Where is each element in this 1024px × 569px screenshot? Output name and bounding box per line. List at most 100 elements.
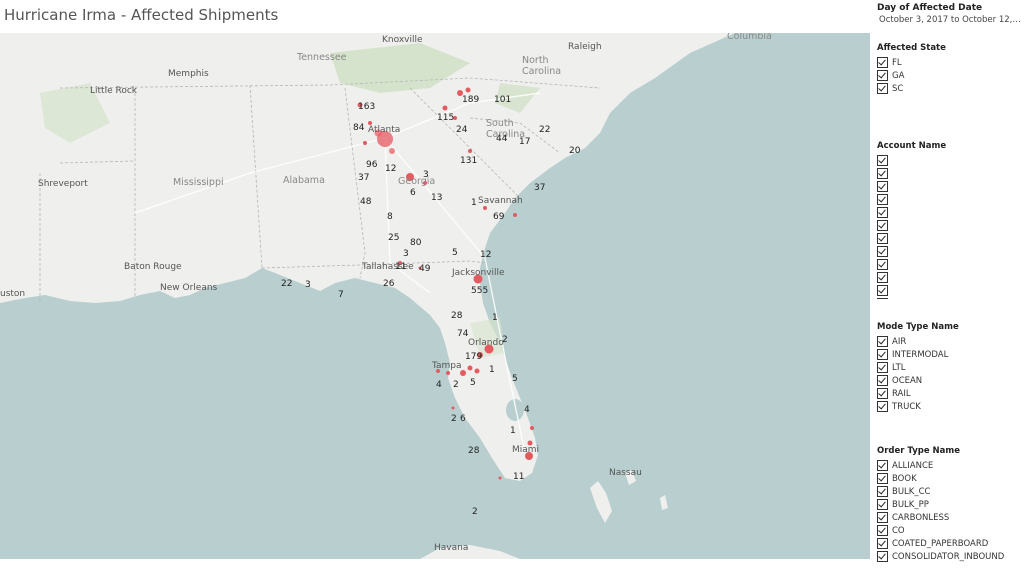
- count-label: 28: [468, 446, 480, 456]
- count-label: 7: [338, 290, 344, 300]
- account-option[interactable]: [877, 219, 946, 232]
- filter-option-truck[interactable]: TRUCK: [877, 400, 959, 413]
- option-label: CO: [892, 525, 905, 536]
- count-label: 11: [395, 262, 407, 272]
- option-label: GA: [892, 70, 905, 81]
- checkbox[interactable]: [877, 349, 888, 360]
- checkbox[interactable]: [877, 388, 888, 399]
- account-option[interactable]: [877, 297, 946, 299]
- count-label: 48: [360, 197, 372, 207]
- option-label: AIR: [892, 336, 907, 347]
- checkbox[interactable]: [877, 194, 888, 205]
- account-option[interactable]: [877, 245, 946, 258]
- filter-option-bulk-pp[interactable]: BULK_PP: [877, 498, 1004, 511]
- count-label: 1: [471, 198, 477, 208]
- filter-option-ocean[interactable]: OCEAN: [877, 374, 959, 387]
- filter-option-air[interactable]: AIR: [877, 335, 959, 348]
- filter-option-co[interactable]: CO: [877, 524, 1004, 537]
- city-label: Miami: [512, 445, 540, 455]
- city-label: Nassau: [609, 468, 642, 478]
- account-option[interactable]: [877, 284, 946, 297]
- filter-option-ga[interactable]: GA: [877, 69, 946, 82]
- filter-option-sc[interactable]: SC: [877, 82, 946, 95]
- order-type-filter: Order Type Name ALLIANCE BOOK BULK_CC BU…: [877, 446, 1004, 563]
- date-range-filter[interactable]: October 3, 2017 to October 12, 2...: [879, 15, 1021, 25]
- filter-option-fl[interactable]: FL: [877, 56, 946, 69]
- map-view[interactable]: Tennessee North Carolina Columbia Missis…: [0, 33, 870, 559]
- checkbox[interactable]: [877, 285, 888, 296]
- account-list[interactable]: [877, 154, 946, 299]
- count-label: 131: [460, 156, 478, 166]
- filter-sidebar: Day of Affected Date October 3, 2017 to …: [872, 0, 1024, 569]
- filter-option-intermodal[interactable]: INTERMODAL: [877, 348, 959, 361]
- count-label: 74: [457, 329, 469, 339]
- option-label: BULK_CC: [892, 486, 931, 497]
- checkbox[interactable]: [877, 486, 888, 497]
- count-label: 84: [353, 123, 365, 133]
- filter-option-coated-paperboard[interactable]: COATED_PAPERBOARD: [877, 537, 1004, 550]
- account-option[interactable]: [877, 154, 946, 167]
- count-label: 189: [462, 95, 480, 105]
- checkbox[interactable]: [877, 551, 888, 562]
- checkbox[interactable]: [877, 207, 888, 218]
- filter-option-alliance[interactable]: ALLIANCE: [877, 459, 1004, 472]
- checkbox[interactable]: [877, 499, 888, 510]
- filter-option-bulk-cc[interactable]: BULK_CC: [877, 485, 1004, 498]
- page-title: Hurricane Irma - Affected Shipments: [4, 6, 279, 24]
- account-option[interactable]: [877, 232, 946, 245]
- count-label: 5: [470, 378, 476, 388]
- option-label: BULK_PP: [892, 499, 929, 510]
- checkbox[interactable]: [877, 272, 888, 283]
- option-label: ALLIANCE: [892, 460, 934, 471]
- checkbox[interactable]: [877, 538, 888, 549]
- checkbox[interactable]: [877, 401, 888, 412]
- checkbox[interactable]: [877, 220, 888, 231]
- checkbox[interactable]: [877, 336, 888, 347]
- checkbox[interactable]: [877, 525, 888, 536]
- checkbox[interactable]: [877, 168, 888, 179]
- count-label: 4: [436, 380, 442, 390]
- filter-option-carbonless[interactable]: CARBONLESS: [877, 511, 1004, 524]
- filter-option-book[interactable]: BOOK: [877, 472, 1004, 485]
- count-label: 6: [460, 414, 466, 424]
- filter-title: Mode Type Name: [877, 322, 959, 332]
- checkbox[interactable]: [877, 155, 888, 166]
- checkbox[interactable]: [877, 460, 888, 471]
- count-label: 26: [383, 279, 395, 289]
- account-option[interactable]: [877, 167, 946, 180]
- checkbox[interactable]: [877, 375, 888, 386]
- checkbox[interactable]: [877, 259, 888, 270]
- state-label: Georgia: [398, 176, 436, 187]
- count-label: 3: [305, 280, 311, 290]
- state-label-text: North Carolina: [522, 55, 562, 77]
- checkbox[interactable]: [877, 83, 888, 94]
- land-mass: [0, 33, 735, 481]
- filter-option-ltl[interactable]: LTL: [877, 361, 959, 374]
- filter-option-rail[interactable]: RAIL: [877, 387, 959, 400]
- count-label: 12: [480, 250, 492, 260]
- count-label: 1: [510, 426, 516, 436]
- checkbox[interactable]: [877, 246, 888, 257]
- option-label: OCEAN: [892, 375, 923, 386]
- account-option[interactable]: [877, 206, 946, 219]
- option-label: BOOK: [892, 473, 917, 484]
- city-label: Raleigh: [568, 42, 602, 52]
- account-option[interactable]: [877, 180, 946, 193]
- land-bahamas-3: [660, 495, 668, 510]
- city-label: Tampa: [432, 361, 462, 371]
- account-option[interactable]: [877, 271, 946, 284]
- city-label: Atlanta: [368, 125, 401, 135]
- account-option[interactable]: [877, 258, 946, 271]
- option-label: INTERMODAL: [892, 349, 949, 360]
- checkbox[interactable]: [877, 181, 888, 192]
- checkbox[interactable]: [877, 473, 888, 484]
- count-label: 3: [403, 249, 409, 259]
- checkbox[interactable]: [877, 298, 888, 299]
- account-option[interactable]: [877, 193, 946, 206]
- checkbox[interactable]: [877, 70, 888, 81]
- checkbox[interactable]: [877, 362, 888, 373]
- checkbox[interactable]: [877, 57, 888, 68]
- filter-option-consolidator-inbound[interactable]: CONSOLIDATOR_INBOUND: [877, 550, 1004, 563]
- checkbox[interactable]: [877, 512, 888, 523]
- checkbox[interactable]: [877, 233, 888, 244]
